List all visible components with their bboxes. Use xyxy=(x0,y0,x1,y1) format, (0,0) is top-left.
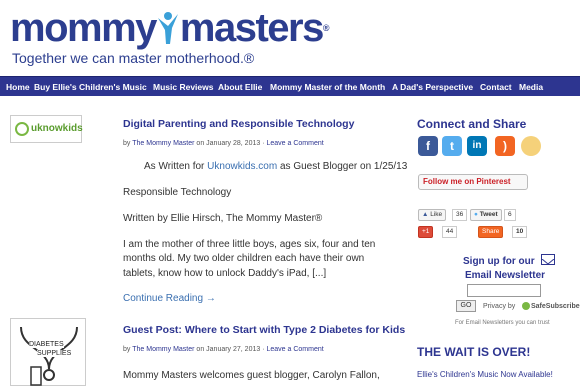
share-count: 10 xyxy=(512,226,528,238)
post-text-fragment: as Guest Blogger on 1/25/13 xyxy=(277,161,408,172)
share-button[interactable]: Share xyxy=(478,226,504,238)
nav-item-music-reviews[interactable]: Music Reviews xyxy=(153,77,213,97)
post-text-line: Mommy Masters welcomes guest blogger, Ca… xyxy=(123,370,380,381)
rss-icon[interactable]: ) xyxy=(495,136,515,156)
twitter-icon[interactable]: t xyxy=(442,136,462,156)
post-date: on January 27, 2013 · xyxy=(196,346,265,353)
leave-comment-link[interactable]: Leave a Comment xyxy=(266,140,323,147)
post-title[interactable]: Digital Parenting and Responsible Techno… xyxy=(123,118,354,130)
gplus-button[interactable]: +1 xyxy=(418,226,434,238)
tweet-count: 6 xyxy=(504,209,516,221)
main-nav: Home Buy Ellie's Children's Music Music … xyxy=(0,76,580,96)
pinterest-label: Follow me on Pinterest xyxy=(423,177,511,186)
logo-text-mommy: mommy xyxy=(10,6,157,50)
post-text-line: tablets, know how to unlock Daddy's iPad… xyxy=(123,268,327,279)
supplies-label: SUPPLIES xyxy=(37,350,72,357)
connect-share-title: Connect and Share xyxy=(417,117,527,131)
music-available-text[interactable]: Ellie's Children's Music Now Available! xyxy=(417,370,553,379)
nav-item-about-ellie[interactable]: About Ellie xyxy=(218,77,262,97)
logo-figure-icon xyxy=(156,8,180,48)
post-author-link[interactable]: The Mommy Master xyxy=(132,140,194,147)
continue-reading-link[interactable]: Continue Reading → xyxy=(123,290,216,308)
wait-title: THE WAIT IS OVER! xyxy=(417,345,531,359)
post-meta-by: by xyxy=(123,346,131,353)
nav-item-home[interactable]: Home xyxy=(6,77,30,97)
post-text-line: Written by Ellie Hirsch, The Mommy Maste… xyxy=(123,213,323,224)
post-meta-by: by xyxy=(123,140,131,147)
post-meta: by The Mommy Master on January 28, 2013 … xyxy=(123,140,324,147)
nav-item-contact[interactable]: Contact xyxy=(480,77,512,97)
diabetes-label: DIABETES xyxy=(29,341,64,348)
post-date: on January 28, 2013 · xyxy=(196,140,265,147)
newsletter-title-line1: Sign up for our xyxy=(463,256,535,267)
post-thumbnail-diabetes[interactable]: DIABETES SUPPLIES xyxy=(10,318,86,386)
share-label: Share xyxy=(482,228,500,235)
post-text-line: As Written for Uknowkids.com as Guest Bl… xyxy=(144,158,407,176)
site-header: mommy masters® Together we can master mot… xyxy=(0,0,580,77)
nav-item-buy-music[interactable]: Buy Ellie's Children's Music xyxy=(34,77,147,97)
twitter-bird-icon: ● xyxy=(474,211,478,218)
facebook-like-button[interactable]: ▲ Like xyxy=(418,209,447,221)
email-share-icon[interactable] xyxy=(521,136,541,156)
nav-item-mommy-master-month[interactable]: Mommy Master of the Month xyxy=(270,77,385,97)
safesubscribe-link[interactable]: SafeSubscribe xyxy=(531,303,580,310)
like-label: Like xyxy=(430,211,443,218)
tweet-button[interactable]: ● Tweet xyxy=(470,209,502,221)
like-count: 36 xyxy=(452,209,468,221)
gplus-count: 44 xyxy=(442,226,458,238)
follow-pinterest-button[interactable]: Follow me on Pinterest xyxy=(418,174,528,190)
facebook-icon[interactable]: f xyxy=(418,136,438,156)
site-tagline: Together we can master motherhood.® xyxy=(12,50,255,66)
newsletter-title-line2: Email Newsletter xyxy=(465,270,546,281)
newsletter-go-button[interactable]: GO xyxy=(456,300,476,312)
privacy-note: For Email Newsletters you can trust xyxy=(455,320,550,326)
post-text-line: Responsible Technology xyxy=(123,187,232,198)
gplus-label: +1 xyxy=(422,228,430,235)
logo-registered-mark: ® xyxy=(322,23,330,33)
uknowkids-logo-icon xyxy=(15,122,29,136)
thumbs-up-icon: ▲ xyxy=(422,211,429,218)
uknowkids-link[interactable]: Uknowkids.com xyxy=(207,161,277,172)
privacy-label: Privacy by xyxy=(483,303,516,310)
linkedin-icon[interactable]: in xyxy=(467,136,487,156)
safesubscribe-icon xyxy=(522,302,530,310)
site-logo[interactable]: mommy masters® xyxy=(10,8,329,48)
post-title[interactable]: Guest Post: Where to Start with Type 2 D… xyxy=(123,324,405,336)
post-thumbnail-uknowkids[interactable]: uknowkids xyxy=(10,115,83,143)
newsletter-email-input[interactable] xyxy=(467,284,541,297)
post-author-link[interactable]: The Mommy Master xyxy=(132,346,194,353)
envelope-icon xyxy=(541,254,555,265)
tweet-label: Tweet xyxy=(479,211,498,218)
post-text-fragment: As Written for xyxy=(144,161,208,172)
post-meta: by The Mommy Master on January 27, 2013 … xyxy=(123,346,324,353)
nav-item-media[interactable]: Media xyxy=(519,77,543,97)
logo-text-masters: masters xyxy=(179,6,324,50)
nav-item-dads-perspective[interactable]: A Dad's Perspective xyxy=(392,77,473,97)
leave-comment-link[interactable]: Leave a Comment xyxy=(266,346,323,353)
uknowkids-logo-text: uknowkids xyxy=(31,123,83,134)
